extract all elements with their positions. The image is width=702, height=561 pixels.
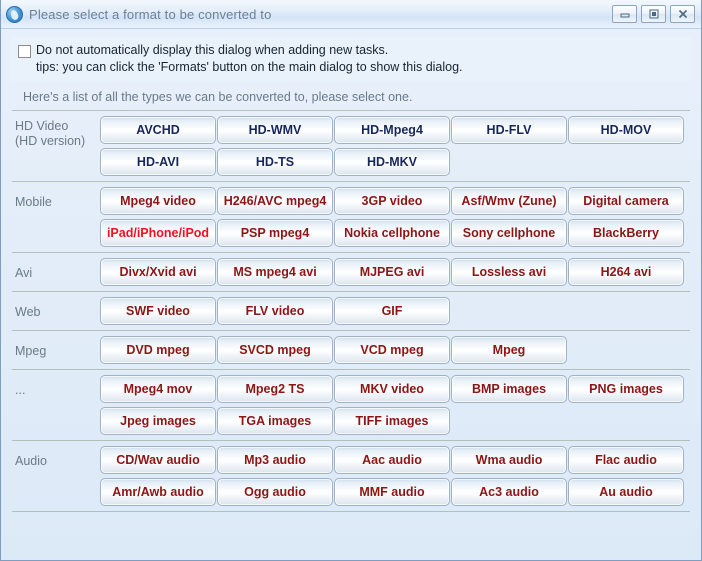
format-button-grid: Divx/Xvid avi MS mpeg4 avi MJPEG avi Lossle…	[100, 258, 690, 286]
format-button-svcd-mpeg[interactable]: SVCD mpeg	[217, 336, 333, 364]
format-button-h264-avi[interactable]: H264 avi	[568, 258, 684, 286]
media-globe-icon	[6, 5, 23, 23]
format-button-digital-camera[interactable]: Digital camera	[568, 187, 684, 215]
format-button-nokia-cellphone[interactable]: Nokia cellphone	[334, 219, 450, 247]
format-button-mp3-audio[interactable]: Mp3 audio	[217, 446, 333, 474]
category-item: ... Mpeg4 mov Mpeg2 TS MKV video BMP images P…	[12, 370, 690, 440]
close-icon	[678, 9, 687, 19]
format-button-h246-avc-mpeg4[interactable]: H246/AVC mpeg4	[217, 187, 333, 215]
minimize-icon	[620, 13, 629, 18]
format-button-mpeg4-mov[interactable]: Mpeg4 mov	[100, 375, 216, 403]
format-button-lossless-avi[interactable]: Lossless avi	[451, 258, 567, 286]
format-category-list: HD Video (HD version) AVCHD HD-WMV HD-Mpeg4…	[12, 109, 690, 512]
checkbox-text-block: Do not automatically display this dialog…	[36, 42, 463, 76]
format-button-ms-mpeg4-avi[interactable]: MS mpeg4 avi	[217, 258, 333, 286]
format-button-3gp-video[interactable]: 3GP video	[334, 187, 450, 215]
category-mobile: Mobile Mpeg4 video H246/AVC mpeg4 3GP video…	[12, 182, 690, 252]
category-mpeg: Mpeg DVD mpeg SVCD mpeg VCD mpeg Mpeg	[12, 331, 690, 369]
format-button-ipad-iphone-ipod[interactable]: iPad/iPhone/iPod	[100, 219, 216, 247]
auto-display-option-row: Do not automatically display this dialog…	[10, 37, 692, 81]
category-label: Web	[15, 305, 41, 319]
window-controls	[612, 5, 695, 23]
title-bar: Please select a format to be converted t…	[1, 0, 701, 29]
hint-text: Here's a list of all the types we can be…	[23, 90, 413, 104]
format-button-asf-wmv-zune[interactable]: Asf/Wmv (Zune)	[451, 187, 567, 215]
category-label: Mpeg	[15, 344, 47, 358]
format-button-avchd[interactable]: AVCHD	[100, 116, 216, 144]
format-button-vcd-mpeg[interactable]: VCD mpeg	[334, 336, 450, 364]
format-button-tiff-images[interactable]: TIFF images	[334, 407, 450, 435]
format-button-png-images[interactable]: PNG images	[568, 375, 684, 403]
checkbox-label-line1: Do not automatically display this dialog…	[36, 43, 389, 57]
format-button-mpeg2-ts[interactable]: Mpeg2 TS	[217, 375, 333, 403]
do-not-display-checkbox[interactable]	[18, 45, 31, 58]
format-button-flac-audio[interactable]: Flac audio	[568, 446, 684, 474]
format-button-flv-video[interactable]: FLV video	[217, 297, 333, 325]
category-divider	[12, 330, 690, 331]
category-label: Mobile	[15, 195, 52, 209]
window-title: Please select a format to be converted t…	[29, 6, 272, 22]
category-divider	[12, 511, 690, 512]
format-button-mkv-video[interactable]: MKV video	[334, 375, 450, 403]
format-button-hd-wmv[interactable]: HD-WMV	[217, 116, 333, 144]
format-button-gif[interactable]: GIF	[334, 297, 450, 325]
format-button-psp-mpeg4[interactable]: PSP mpeg4	[217, 219, 333, 247]
format-button-divx-xvid-avi[interactable]: Divx/Xvid avi	[100, 258, 216, 286]
maximize-icon	[649, 9, 658, 19]
format-button-hd-mkv[interactable]: HD-MKV	[334, 148, 450, 176]
format-button-ac3-audio[interactable]: Ac3 audio	[451, 478, 567, 506]
category-label: Avi	[15, 266, 33, 280]
category-avi: Avi Divx/Xvid avi MS mpeg4 avi MJPEG avi Los…	[12, 253, 690, 291]
format-button-grid: AVCHD HD-WMV HD-Mpeg4 HD-FLV HD-MOV HD-AVI HD-…	[100, 116, 690, 176]
category-divider	[12, 110, 690, 111]
category-divider	[12, 369, 690, 370]
format-button-mpeg[interactable]: Mpeg	[451, 336, 567, 364]
category-label: HD Video (HD version)	[15, 119, 86, 148]
format-button-mpeg4-video[interactable]: Mpeg4 video	[100, 187, 216, 215]
format-button-swf-video[interactable]: SWF video	[100, 297, 216, 325]
category-audio: Audio CD/Wav audio Mp3 audio Aac audio Wma a…	[12, 441, 690, 511]
format-button-ogg-audio[interactable]: Ogg audio	[217, 478, 333, 506]
maximize-button[interactable]	[641, 5, 666, 23]
format-button-hd-ts[interactable]: HD-TS	[217, 148, 333, 176]
category-divider	[12, 252, 690, 253]
category-label: ...	[15, 383, 26, 397]
format-button-aac-audio[interactable]: Aac audio	[334, 446, 450, 474]
checkbox-label-line2: tips: you can click the 'Formats' button…	[36, 60, 463, 74]
format-button-grid: SWF video FLV video GIF	[100, 297, 690, 325]
category-divider	[12, 181, 690, 182]
format-button-au-audio[interactable]: Au audio	[568, 478, 684, 506]
format-button-dvd-mpeg[interactable]: DVD mpeg	[100, 336, 216, 364]
format-button-wma-audio[interactable]: Wma audio	[451, 446, 567, 474]
minimize-button[interactable]	[612, 5, 637, 23]
category-divider	[12, 291, 690, 292]
format-button-hd-mov[interactable]: HD-MOV	[568, 116, 684, 144]
format-selection-dialog: Please select a format to be converted t…	[0, 0, 702, 561]
format-button-amr-awb-audio[interactable]: Amr/Awb audio	[100, 478, 216, 506]
format-button-grid: CD/Wav audio Mp3 audio Aac audio Wma audio F…	[100, 446, 690, 506]
category-hd-video-hd-version: HD Video (HD version) AVCHD HD-WMV HD-Mpeg4…	[12, 111, 690, 181]
format-button-mjpeg-avi[interactable]: MJPEG avi	[334, 258, 450, 286]
category-web: Web SWF video FLV video GIF	[12, 292, 690, 330]
close-button[interactable]	[670, 5, 695, 23]
format-button-sony-cellphone[interactable]: Sony cellphone	[451, 219, 567, 247]
hint-row: Here's a list of all the types we can be…	[10, 87, 692, 109]
format-button-bmp-images[interactable]: BMP images	[451, 375, 567, 403]
format-button-tga-images[interactable]: TGA images	[217, 407, 333, 435]
format-button-grid: Mpeg4 mov Mpeg2 TS MKV video BMP images PNG …	[100, 375, 690, 435]
format-button-mmf-audio[interactable]: MMF audio	[334, 478, 450, 506]
format-button-blackberry[interactable]: BlackBerry	[568, 219, 684, 247]
category-label: Audio	[15, 454, 47, 468]
format-button-cd-wav-audio[interactable]: CD/Wav audio	[100, 446, 216, 474]
format-button-hd-avi[interactable]: HD-AVI	[100, 148, 216, 176]
category-divider	[12, 440, 690, 441]
format-button-grid: DVD mpeg SVCD mpeg VCD mpeg Mpeg	[100, 336, 690, 364]
format-button-jpeg-images[interactable]: Jpeg images	[100, 407, 216, 435]
format-button-grid: Mpeg4 video H246/AVC mpeg4 3GP video Asf/Wm…	[100, 187, 690, 247]
format-button-hd-mpeg4[interactable]: HD-Mpeg4	[334, 116, 450, 144]
format-button-hd-flv[interactable]: HD-FLV	[451, 116, 567, 144]
